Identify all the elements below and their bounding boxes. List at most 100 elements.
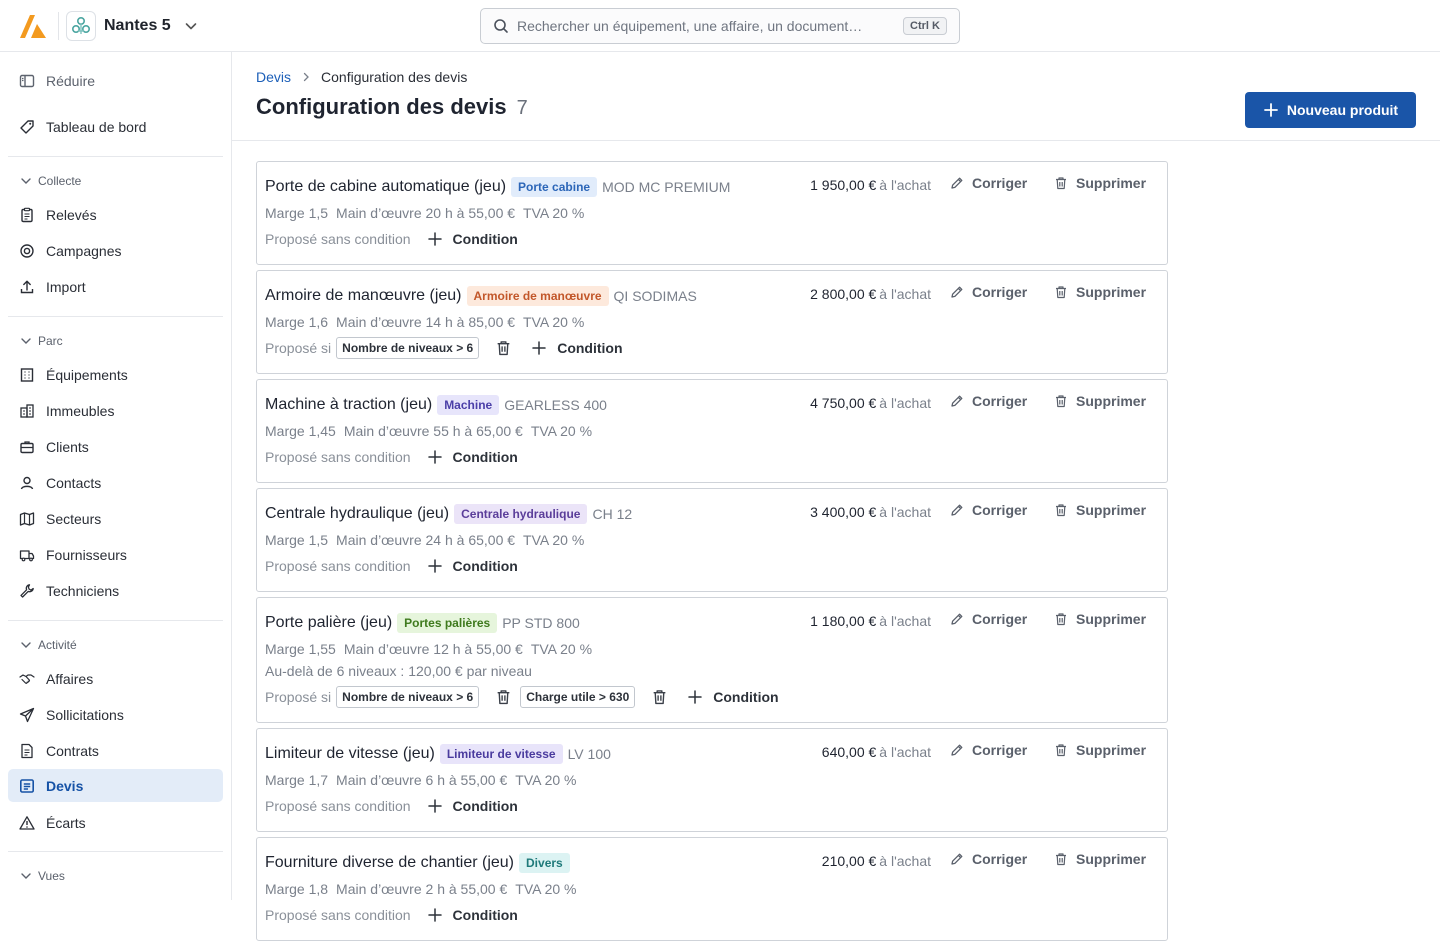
product-name: Fourniture diverse de chantier (jeu) [265,854,515,871]
remove-condition-button[interactable] [647,685,671,709]
chevron-down-icon [21,873,31,879]
sidebar-item-label: Contrats [46,742,99,759]
edit-button[interactable]: Corriger [950,742,1027,758]
product-name: Centrale hydraulique (jeu) [265,505,450,522]
trash-icon [653,690,666,705]
delete-label: Supprimer [1076,502,1147,518]
delete-button[interactable]: Supprimer [1054,851,1146,867]
sidebar-section-activite[interactable]: Activité [20,636,77,654]
edit-button[interactable]: Corriger [950,611,1027,627]
breadcrumb-link-devis[interactable]: Devis [256,69,291,85]
sidebar-section-vues[interactable]: Vues [20,867,65,885]
product-list: Porte de cabine automatique (jeu) Porte … [256,161,1168,946]
add-condition-button[interactable]: Condition [427,798,518,814]
product-labor: Main d’œuvre 2 h à 55,00 € [336,881,508,897]
category-tag: Limiteur de vitesse [439,744,563,764]
delete-button[interactable]: Supprimer [1054,284,1146,300]
sidebar-item-immeubles[interactable]: Immeubles [8,394,223,427]
product-card: Limiteur de vitesse (jeu) Limiteur de vi… [256,728,1168,832]
sidebar-item-fournisseurs[interactable]: Fournisseurs [8,538,223,571]
edit-label: Corriger [972,502,1028,518]
condition-label: Proposé si [265,689,332,705]
search-shortcut-badge: Ctrl K [903,17,947,35]
edit-button[interactable]: Corriger [950,393,1027,409]
condition-label: Proposé sans condition [265,449,411,465]
edit-button[interactable]: Corriger [950,502,1027,518]
delete-button[interactable]: Supprimer [1054,393,1146,409]
sidebar-item-devis[interactable]: Devis [8,769,223,802]
delete-label: Supprimer [1076,175,1147,191]
product-name: Armoire de manœuvre (jeu) [265,287,462,304]
product-margin: Marge 1,5 [265,205,329,221]
add-condition-button[interactable]: Condition [531,340,623,356]
add-condition-label: Condition [557,340,623,356]
sidebar-item-secteurs[interactable]: Secteurs [8,502,223,535]
condition-chip[interactable]: Charge utile > 630 [520,686,636,708]
global-search[interactable]: Ctrl K [480,8,960,44]
target-icon [19,243,35,259]
quote-list-icon [19,778,35,794]
trash-icon [497,341,510,356]
sidebar-item-contacts[interactable]: Contacts [8,466,223,499]
sidebar-item-techniciens[interactable]: Techniciens [8,574,223,607]
add-condition-button[interactable]: Condition [427,231,518,247]
category-tag: Divers [519,853,570,873]
document-icon [19,743,35,759]
category-tag: Machine [437,395,500,415]
sidebar-item-equipements[interactable]: Équipements [8,358,223,391]
product-reference: MOD MC PREMIUM [602,179,731,195]
pencil-icon [951,744,963,756]
purchase-price: 640,00 € à l'achat [822,744,931,760]
sidebar-item-affaires[interactable]: Affaires [8,662,223,695]
plus-icon [427,799,442,813]
edit-button[interactable]: Corriger [950,284,1027,300]
condition-row: Proposé si Nombre de niveaux > 6 Charge u… [265,682,1159,712]
pencil-icon [951,395,963,407]
sidebar-item-dashboard[interactable]: Tableau de bord [8,110,223,143]
product-reference: PP STD 800 [502,615,580,631]
remove-condition-button[interactable] [491,685,515,709]
chevron-right-icon [303,72,309,82]
price-value: 3 400,00 € [810,504,877,520]
header-divider [232,140,1440,141]
edit-button[interactable]: Corriger [950,851,1027,867]
condition-row: Proposé sans condition Condition [265,791,1159,821]
product-card: Machine à traction (jeu) Machine GEARLES… [256,379,1168,483]
search-input[interactable] [517,18,904,34]
category-tag: Porte cabine [511,177,598,197]
sidebar-item-clients[interactable]: Clients [8,430,223,463]
sidebar-item-ecarts[interactable]: Écarts [8,806,223,839]
sidebar-item-sollicitations[interactable]: Sollicitations [8,698,223,731]
sidebar-item-import[interactable]: Import [8,270,223,303]
add-condition-button[interactable]: Condition [427,907,518,923]
sidebar-item-campagnes[interactable]: Campagnes [8,234,223,267]
delete-button[interactable]: Supprimer [1054,611,1146,627]
condition-chip[interactable]: Nombre de niveaux > 6 [336,686,480,708]
condition-chip[interactable]: Nombre de niveaux > 6 [336,337,480,359]
org-switcher[interactable]: Nantes 5 [66,9,199,43]
sidebar-item-contrats[interactable]: Contrats [8,734,223,767]
sidebar-collapse-button[interactable]: Réduire [8,64,223,97]
sidebar-section-parc[interactable]: Parc [20,332,63,350]
new-product-button[interactable]: Nouveau produit [1245,92,1416,128]
delete-button[interactable]: Supprimer [1054,175,1146,191]
sidebar-item-releves[interactable]: Relevés [8,198,223,231]
building-grid-icon [19,367,35,383]
remove-condition-button[interactable] [491,336,515,360]
delete-button[interactable]: Supprimer [1054,502,1146,518]
delete-label: Supprimer [1076,393,1147,409]
condition-label: Proposé sans condition [265,558,411,574]
trash-icon [1056,395,1066,408]
sidebar-section-collecte[interactable]: Collecte [20,172,81,190]
sidebar-item-label: Affaires [46,670,94,687]
delete-button[interactable]: Supprimer [1054,742,1146,758]
product-vat: TVA 20 % [523,314,585,330]
edit-button[interactable]: Corriger [950,175,1027,191]
brand-logo-icon[interactable] [18,12,48,40]
add-condition-button[interactable]: Condition [427,449,518,465]
product-vat: TVA 20 % [515,881,577,897]
plus-icon [427,232,442,246]
add-condition-button[interactable]: Condition [427,558,518,574]
add-condition-button[interactable]: Condition [687,689,779,705]
trash-icon [1056,504,1066,517]
